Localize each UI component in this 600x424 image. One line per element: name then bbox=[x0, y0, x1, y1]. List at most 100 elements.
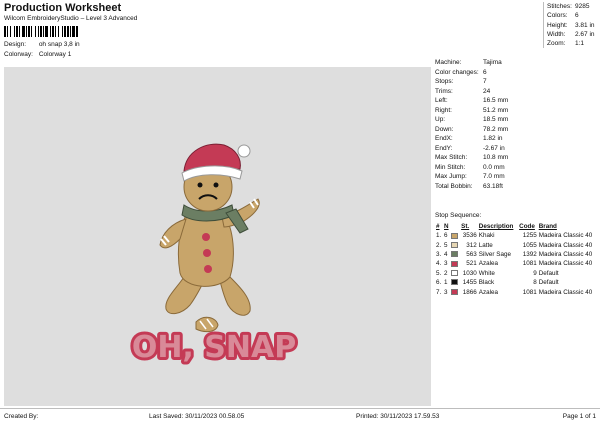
stop-sequence-table: # N St. Description Code Brand 1. 6 3536 Kh… bbox=[435, 222, 599, 297]
info-endy: EndY: -2.67 in bbox=[435, 144, 505, 152]
stop-sequence-header: # N St. Description Code Brand bbox=[435, 222, 599, 231]
design-label: Design: bbox=[4, 41, 27, 48]
info-stops: Stops: 7 bbox=[435, 78, 487, 86]
color-swatch bbox=[450, 250, 460, 259]
stop-index: 3. bbox=[436, 250, 442, 258]
thread-code: 1255 bbox=[522, 232, 537, 240]
stitch-count: 1455 bbox=[462, 279, 477, 287]
col-stitches: St. bbox=[461, 223, 470, 230]
stitch-count: 563 bbox=[466, 250, 477, 258]
info-total-bobbin: Total Bobbin: 63.18ft bbox=[435, 182, 503, 190]
stop-sequence-title: Stop Sequence: bbox=[435, 212, 482, 219]
stitch-count: 312 bbox=[466, 241, 477, 249]
thread-description: Silver Sage bbox=[478, 250, 511, 258]
thread-code: 1392 bbox=[522, 250, 537, 258]
thread-brand: Madeira Classic 40 bbox=[538, 232, 593, 240]
thread-code: 1055 bbox=[522, 241, 537, 249]
stat-stitches: Stitches: 9285 bbox=[547, 3, 590, 11]
info-trims: Trims: 24 bbox=[435, 87, 491, 95]
info-max-jump: Max Jump: 7.0 mm bbox=[435, 173, 505, 181]
thread-description: Black bbox=[478, 279, 495, 287]
stat-colors: Colors: 6 bbox=[547, 12, 579, 20]
design-value: oh snap 3,8 in bbox=[38, 41, 80, 48]
needle-number: 5 bbox=[444, 241, 448, 249]
stitch-count: 521 bbox=[466, 260, 477, 268]
thread-code: 1081 bbox=[522, 288, 537, 296]
info-down: Down: 78.2 mm bbox=[435, 125, 509, 133]
needle-number: 2 bbox=[444, 269, 448, 277]
software-name: Wilcom EmbroideryStudio – Level 3 Advanc… bbox=[4, 15, 138, 22]
col-description: Description bbox=[478, 223, 514, 230]
needle-number: 1 bbox=[444, 279, 448, 287]
info-right: Right: 51.2 mm bbox=[435, 106, 509, 114]
stat-height: Height: 3.81 in bbox=[547, 21, 595, 29]
page-number: Page 1 of 1 bbox=[562, 413, 596, 420]
info-max-stitch: Max Stitch: 10.8 mm bbox=[435, 154, 509, 162]
color-swatch bbox=[450, 287, 460, 296]
thread-brand: Madeira Classic 40 bbox=[538, 250, 593, 258]
stop-index: 7. bbox=[436, 288, 442, 296]
gingerbread-embroidery-image: OH, SNAP OH, SNAP bbox=[129, 143, 299, 368]
design-name-row: Design: oh snap 3,8 in bbox=[4, 41, 80, 48]
info-machine: Machine: Tajima bbox=[435, 59, 502, 67]
col-needle: N bbox=[444, 223, 449, 230]
thread-code: 9 bbox=[533, 269, 537, 277]
thread-color-swatch bbox=[451, 270, 459, 277]
thread-brand: Madeira Classic 40 bbox=[538, 288, 593, 296]
thread-description: White bbox=[478, 269, 495, 277]
col-brand: Brand bbox=[538, 223, 557, 230]
needle-number: 3 bbox=[444, 260, 448, 268]
thread-color-swatch bbox=[451, 279, 459, 286]
col-swatch bbox=[450, 222, 460, 231]
stop-sequence-row: 7. 3 1866 Azalea 1081 Madeira Classic 40 bbox=[435, 287, 599, 296]
needle-number: 3 bbox=[444, 288, 448, 296]
printed-date: Printed: 30/11/2023 17.59.53 bbox=[356, 413, 440, 420]
stitch-count: 3536 bbox=[462, 232, 477, 240]
barcode-bar bbox=[78, 26, 79, 37]
stop-sequence-row: 3. 4 563 Silver Sage 1392 Madeira Classic 40 bbox=[435, 250, 599, 259]
stitch-count: 1866 bbox=[462, 288, 477, 296]
thread-color-swatch bbox=[451, 232, 459, 239]
thread-code: 8 bbox=[533, 279, 537, 287]
stop-sequence-row: 5. 2 1030 White 9 Default bbox=[435, 269, 599, 278]
thread-description: Khaki bbox=[478, 232, 495, 240]
stat-zoom: Zoom: 1:1 bbox=[547, 40, 585, 48]
stop-sequence-row: 1. 6 3536 Khaki 1255 Madeira Classic 40 bbox=[435, 231, 599, 240]
thread-brand: Madeira Classic 40 bbox=[538, 260, 593, 268]
thread-brand: Default bbox=[538, 279, 559, 287]
color-swatch bbox=[450, 278, 460, 287]
info-color-changes: Color changes: 6 bbox=[435, 68, 487, 76]
last-saved: Last Saved: 30/11/2023 00.58.05 bbox=[149, 413, 245, 420]
stop-index: 1. bbox=[436, 232, 442, 240]
machine-info: Machine: Tajima Color changes: 6 Stops: 7 T… bbox=[434, 58, 599, 191]
worksheet-page: Production Worksheet Wilcom EmbroiderySt… bbox=[0, 0, 600, 424]
color-swatch bbox=[450, 240, 460, 249]
stat-width: Width: 2.67 in bbox=[547, 31, 595, 39]
color-swatch bbox=[450, 259, 460, 268]
thread-color-swatch bbox=[451, 288, 459, 295]
colorway-value: Colorway 1 bbox=[38, 51, 72, 58]
thread-description: Azalea bbox=[478, 288, 499, 296]
stop-sequence-row: 4. 3 521 Azalea 1081 Madeira Classic 40 bbox=[435, 259, 599, 268]
color-swatch bbox=[450, 269, 460, 278]
thread-color-swatch bbox=[451, 260, 459, 267]
colorway-label: Colorway: bbox=[4, 51, 33, 58]
design-text: OH, SNAP bbox=[132, 330, 296, 365]
info-min-stitch: Min Stitch: 0.0 mm bbox=[435, 163, 505, 171]
info-endx: EndX: 1.82 in bbox=[435, 135, 503, 143]
thread-color-swatch bbox=[451, 251, 459, 258]
thread-brand: Default bbox=[538, 269, 559, 277]
barcode bbox=[4, 26, 122, 37]
summary-stats: Stitches: 9285 Colors: 6 Height: 3.81 in Wi… bbox=[543, 2, 599, 49]
info-up: Up: 18.5 mm bbox=[435, 116, 509, 124]
needle-number: 6 bbox=[444, 232, 448, 240]
col-index: # bbox=[436, 223, 440, 230]
needle-number: 4 bbox=[444, 250, 448, 258]
stop-index: 2. bbox=[436, 241, 442, 249]
worksheet-title: Production Worksheet bbox=[4, 2, 122, 14]
thread-description: Azalea bbox=[478, 260, 499, 268]
stop-index: 4. bbox=[436, 260, 442, 268]
stop-sequence-row: 6. 1 1455 Black 8 Default bbox=[435, 278, 599, 287]
colorway-row: Colorway: Colorway 1 bbox=[4, 51, 71, 58]
col-code: Code bbox=[519, 223, 535, 230]
